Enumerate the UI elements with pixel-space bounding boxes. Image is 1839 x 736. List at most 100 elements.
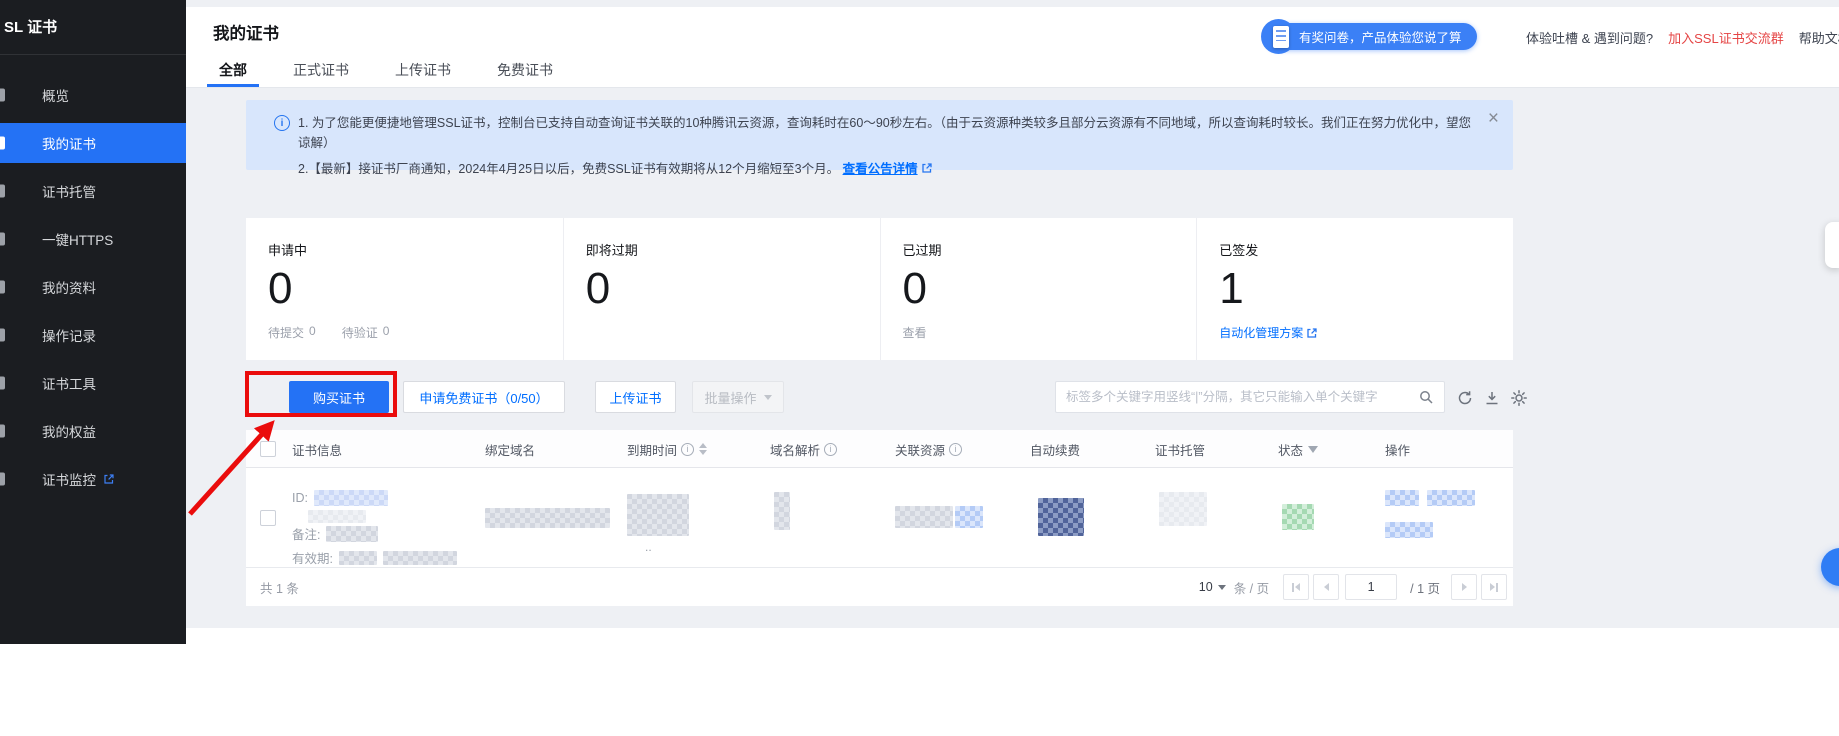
- row-checkbox[interactable]: [260, 510, 276, 526]
- close-icon[interactable]: ×: [1488, 109, 1499, 128]
- survey-doc-icon: [1273, 26, 1289, 48]
- sidebar-item-label: 我的权益: [42, 421, 96, 441]
- tab-free-certs[interactable]: 免费证书: [485, 53, 565, 87]
- tab-label: 全部: [219, 60, 247, 80]
- stat-sub-to-submit[interactable]: 待提交 0: [268, 324, 316, 341]
- stats-card: 申请中 0 待提交 0 待验证 0 即将过期 0 已过期: [246, 218, 1513, 360]
- stat-value: 1: [1219, 267, 1503, 311]
- stat-expiring-soon: 即将过期 0: [563, 218, 880, 360]
- buy-cert-button[interactable]: 购买证书: [289, 381, 389, 413]
- sidebar-item-overview[interactable]: 概览: [0, 75, 186, 115]
- info-icon[interactable]: i: [949, 443, 962, 456]
- next-page-button[interactable]: [1451, 574, 1477, 600]
- stat-label: 即将过期: [586, 240, 870, 259]
- info-icon[interactable]: i: [681, 443, 694, 456]
- floating-panel-handle[interactable]: [1825, 222, 1839, 268]
- main-content: 我的证书 有奖问卷，产品体验您说了算 体验吐槽 & 遇到问题? 加入SSL证书交…: [186, 0, 1839, 628]
- filter-icon[interactable]: [1308, 446, 1318, 458]
- gear-icon[interactable]: [1510, 389, 1528, 407]
- feedback-text: 体验吐槽 & 遇到问题?: [1526, 28, 1653, 47]
- my-certs-icon: [0, 137, 5, 150]
- column-dns-resolution: 域名解析 i: [770, 430, 837, 468]
- sidebar-item-label: 证书工具: [42, 373, 96, 393]
- column-expiry-time: 到期时间 i: [627, 430, 707, 468]
- column-associated-resources: 关联资源 i: [895, 430, 962, 468]
- search-input[interactable]: [1066, 390, 1418, 404]
- stat-sub-to-verify[interactable]: 待验证 0: [342, 324, 390, 341]
- pager-controls: 10 条 / 页 1 / 1 页: [1199, 574, 1507, 600]
- view-expired-link[interactable]: 查看: [903, 324, 1187, 341]
- sidebar-item-cert-monitor[interactable]: 证书监控: [0, 459, 186, 499]
- last-page-button[interactable]: [1481, 574, 1507, 600]
- column-actions: 操作: [1385, 430, 1410, 468]
- sidebar-item-label: 证书托管: [42, 181, 96, 201]
- sidebar-item-cert-hosting[interactable]: 证书托管: [0, 171, 186, 211]
- redacted-status-badge: [1282, 504, 1314, 530]
- redacted-domain: [485, 508, 610, 528]
- upload-cert-button[interactable]: 上传证书: [595, 381, 676, 413]
- search-icon[interactable]: [1418, 389, 1434, 405]
- redacted-auto-renewal-toggle[interactable]: [1038, 498, 1084, 536]
- sidebar-item-my-benefits[interactable]: 我的权益: [0, 411, 186, 451]
- announcement-link[interactable]: 查看公告详情: [843, 162, 918, 176]
- redacted-remark: [326, 526, 378, 542]
- info-icon: i: [274, 115, 290, 131]
- redacted-resources: [895, 506, 953, 528]
- table-row: ID: 备注: 有效期: ..: [246, 468, 1513, 568]
- floating-help-button[interactable]: [1821, 548, 1839, 586]
- page-info: / 1 页: [1410, 578, 1440, 597]
- tab-label: 正式证书: [293, 60, 349, 80]
- survey-banner-label: 有奖问卷，产品体验您说了算: [1299, 27, 1462, 46]
- stat-sub-row: 待提交 0 待验证 0: [268, 324, 553, 341]
- info-icon[interactable]: i: [824, 443, 837, 456]
- column-auto-renewal: 自动续费: [1030, 430, 1080, 468]
- notice-line-2: 2.【最新】接证书厂商通知，2024年4月25日以后，免费SSL证书有效期将从1…: [298, 159, 1473, 179]
- notice-line-2-text: 2.【最新】接证书厂商通知，2024年4月25日以后，免费SSL证书有效期将从1…: [298, 162, 839, 176]
- tab-label: 上传证书: [395, 60, 451, 80]
- redacted-action-link-3[interactable]: [1385, 522, 1433, 538]
- download-icon[interactable]: [1483, 389, 1501, 407]
- automation-plan-link[interactable]: 自动化管理方案: [1219, 324, 1503, 341]
- stat-expired: 已过期 0 查看: [880, 218, 1197, 360]
- sidebar-nav: 概览 我的证书 证书托管 一键HTTPS 我的资料 操作记录: [0, 55, 186, 499]
- tab-label: 免费证书: [497, 60, 553, 80]
- chevron-down-icon: [1218, 585, 1226, 594]
- sidebar-item-one-click-https[interactable]: 一键HTTPS: [0, 219, 186, 259]
- column-cert-info: 证书信息: [292, 430, 342, 468]
- chevron-down-icon: [764, 395, 772, 404]
- tab-uploaded-certs[interactable]: 上传证书: [383, 53, 463, 87]
- total-count: 共 1 条: [260, 578, 299, 597]
- overview-icon: [0, 89, 5, 102]
- batch-actions-button[interactable]: 批量操作: [692, 381, 784, 413]
- page-number-input[interactable]: 1: [1345, 574, 1397, 600]
- redacted-action-link-1[interactable]: [1385, 490, 1419, 506]
- tab-all[interactable]: 全部: [207, 53, 259, 87]
- stat-pending: 申请中 0 待提交 0 待验证 0: [246, 218, 563, 360]
- sidebar-title: SL 证书: [0, 0, 186, 55]
- certificates-table: 证书信息 绑定域名 到期时间 i 域名解析 i 关联资源 i: [246, 430, 1513, 606]
- page-size-select[interactable]: 10: [1199, 580, 1226, 594]
- survey-banner-button[interactable]: 有奖问卷，产品体验您说了算: [1265, 23, 1477, 50]
- redacted-strip: [308, 510, 366, 523]
- sidebar-item-label: 证书监控: [42, 469, 96, 489]
- records-icon: [0, 329, 5, 342]
- hosting-icon: [0, 185, 5, 198]
- refresh-icon[interactable]: [1456, 389, 1474, 407]
- join-group-link[interactable]: 加入SSL证书交流群: [1668, 28, 1784, 47]
- sidebar-item-my-profile[interactable]: 我的资料: [0, 267, 186, 307]
- prev-page-button[interactable]: [1313, 574, 1339, 600]
- tab-paid-certs[interactable]: 正式证书: [281, 53, 361, 87]
- redacted-action-link-2[interactable]: [1427, 490, 1475, 506]
- notice-line-1: 1. 为了您能更便捷地管理SSL证书，控制台已支持自动查询证书关联的10种腾讯云…: [298, 113, 1473, 153]
- cert-id-line: ID:: [292, 490, 388, 506]
- sort-icon[interactable]: [699, 443, 707, 455]
- help-doc-link[interactable]: 帮助文档: [1799, 28, 1839, 47]
- stat-value: 0: [586, 267, 870, 311]
- sidebar-item-operation-records[interactable]: 操作记录: [0, 315, 186, 355]
- select-all-checkbox[interactable]: [260, 441, 276, 457]
- apply-free-cert-button[interactable]: 申请免费证书（0/50）: [403, 381, 565, 413]
- redacted-validity-2: [383, 551, 457, 565]
- sidebar-item-cert-tools[interactable]: 证书工具: [0, 363, 186, 403]
- sidebar-item-my-certificates[interactable]: 我的证书: [0, 123, 186, 163]
- first-page-button[interactable]: [1283, 574, 1309, 600]
